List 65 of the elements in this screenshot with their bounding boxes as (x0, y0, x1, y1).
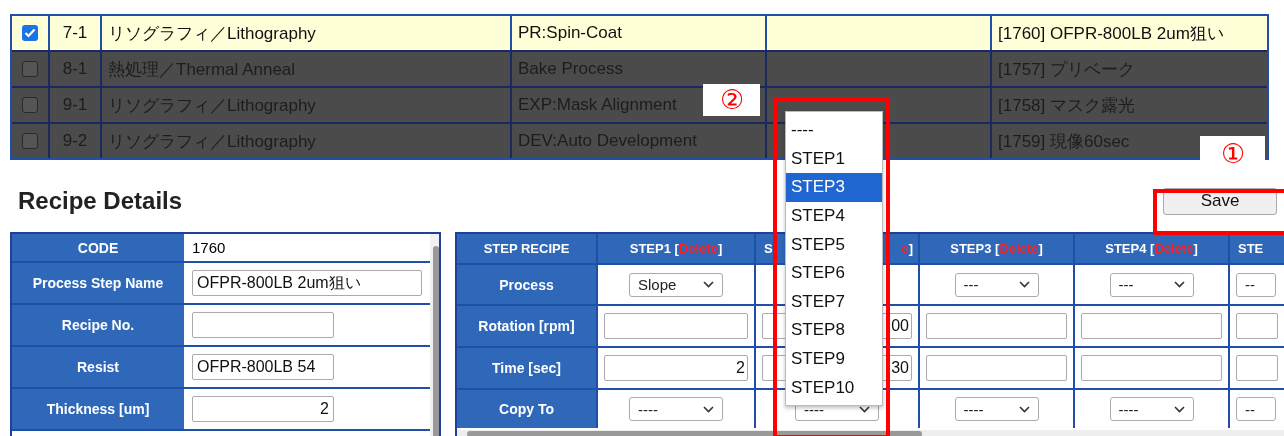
column-header: e] (901, 241, 913, 256)
section-title: Recipe Details (18, 187, 183, 215)
dropdown-option[interactable]: STEP7 (786, 287, 882, 317)
column-header: STEP4 [Delete] (1105, 241, 1198, 256)
select-dropdown[interactable]: ---- (629, 397, 723, 421)
column-header: STEP1 [Delete] (629, 241, 723, 256)
dropdown-option[interactable]: STEP9 (786, 344, 882, 374)
select-dropdown[interactable]: -- (1236, 272, 1276, 297)
input-field[interactable] (926, 313, 1067, 339)
input-field[interactable] (192, 312, 334, 338)
input-field[interactable] (926, 355, 1067, 381)
dropdown-list[interactable]: ---- STEP1 STEP3 STEP4 STEP5 STEP6 STEP7 STEP8 STEP9 STEP10 (785, 111, 883, 406)
chevron-down-icon (859, 405, 870, 413)
row-label: Process (499, 276, 554, 293)
column-header: STEP3 [Delete] (950, 241, 1043, 256)
field-value: 1760 (192, 239, 226, 256)
chevron-down-icon (1173, 281, 1185, 288)
table-cell-text: リソグラフィ／Lithography (108, 22, 316, 45)
row-label: Copy To (499, 401, 554, 417)
input-field[interactable]: OFPR-800LB 54 (192, 354, 334, 380)
chevron-down-icon (703, 281, 714, 288)
select-dropdown[interactable]: Slope (629, 272, 723, 297)
table-cell: 7-1 (62, 23, 88, 43)
table-cell: PR:Spin-Coat (518, 23, 622, 43)
select-dropdown[interactable]: --- (954, 272, 1039, 297)
column-header: STEP RECIPE (483, 241, 570, 256)
scrollbar[interactable] (457, 430, 1284, 436)
checkbox[interactable] (22, 133, 38, 149)
chevron-down-icon (1018, 405, 1030, 413)
input-field[interactable] (1236, 313, 1278, 339)
dropdown-option[interactable]: STEP3 (786, 173, 882, 202)
input-field[interactable]: OFPR-800LB 2um狙い (192, 270, 422, 296)
chevron-down-icon (1173, 405, 1185, 413)
select-dropdown[interactable]: ---- (1109, 397, 1194, 421)
chevron-down-icon (1018, 281, 1030, 288)
select-dropdown[interactable]: -- (1236, 397, 1276, 421)
scrollbar[interactable] (430, 234, 439, 436)
dropdown-option[interactable]: STEP4 (786, 201, 882, 231)
row-label: Rotation [rpm] (478, 318, 575, 334)
input-field[interactable] (1081, 313, 1222, 339)
input-field[interactable] (1081, 355, 1222, 381)
chevron-down-icon (703, 405, 714, 413)
field-label: Process Step Name (32, 275, 164, 291)
table-row[interactable]: 7-1 リソグラフィ／Lithography PR:Spin-Coat [1760] OFPR-800LB 2um狙い (12, 16, 1267, 52)
field-label: Thickness [um] (46, 401, 150, 417)
dropdown-option[interactable]: STEP5 (786, 230, 882, 259)
column-header: STE (1238, 241, 1264, 256)
dropdown-option[interactable]: STEP8 (786, 316, 882, 345)
field-label: CODE (77, 239, 119, 256)
input-field[interactable]: 2 (604, 355, 748, 381)
field-label: Resist (77, 359, 119, 375)
input-field[interactable] (604, 313, 748, 339)
checkbox[interactable] (22, 25, 38, 41)
input-field[interactable] (1236, 355, 1278, 381)
annotation-number: ② (703, 84, 760, 116)
input-field[interactable]: 2 (192, 396, 334, 422)
checkbox[interactable] (22, 61, 38, 77)
select-dropdown[interactable]: --- (1109, 272, 1194, 297)
select-dropdown[interactable]: ---- (954, 397, 1039, 421)
dropdown-option[interactable]: STEP6 (786, 258, 882, 288)
column-header: S (764, 241, 773, 256)
table-cell-text: [1760] OFPR-800LB 2um狙い (998, 22, 1224, 45)
row-label: Time [sec] (492, 360, 561, 376)
checkbox[interactable] (22, 97, 38, 113)
field-label: Recipe No. (61, 317, 135, 333)
